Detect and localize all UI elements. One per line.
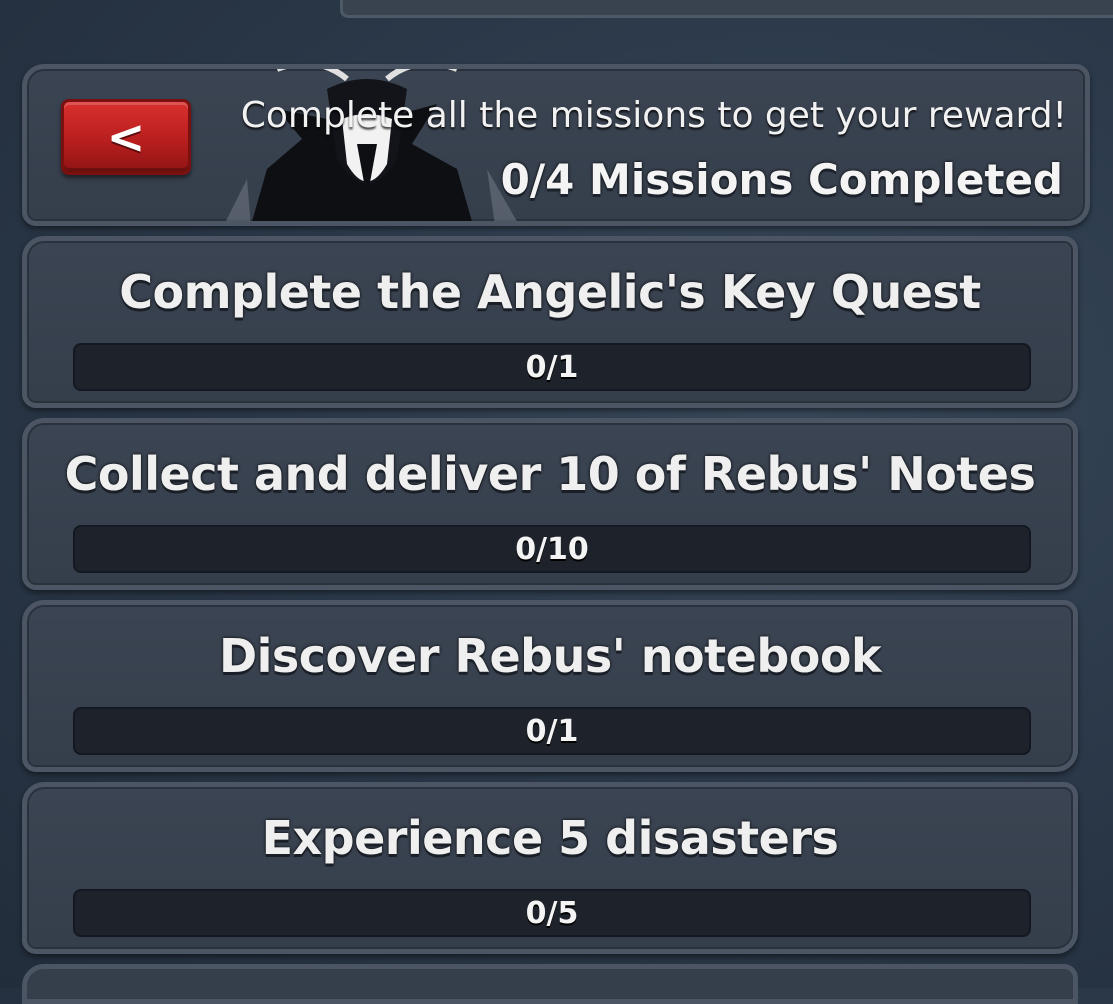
character-silhouette-art (226, 69, 517, 221)
mission-title: Discover Rebus' notebook (218, 629, 882, 683)
missions-header: < Complete all the missions to get your … (22, 64, 1090, 226)
mission-progress-bar: 0/1 (73, 707, 1031, 755)
mission-card: Discover Rebus' notebook 0/1 (22, 600, 1078, 772)
mission-progress-text: 0/10 (515, 531, 589, 567)
mission-progress-bar: 0/10 (73, 525, 1031, 573)
mission-progress-bar: 0/5 (73, 889, 1031, 937)
mission-title: Complete the Angelic's Key Quest (119, 265, 981, 319)
missions-subtitle: Complete all the missions to get your re… (240, 95, 1067, 136)
mission-title: Collect and deliver 10 of Rebus' Notes (64, 447, 1036, 501)
back-button[interactable]: < (61, 99, 191, 175)
mission-card: Experience 5 disasters 0/5 (22, 782, 1078, 954)
mission-card: Collect and deliver 10 of Rebus' Notes 0… (22, 418, 1078, 590)
mission-progress-text: 0/1 (525, 349, 579, 385)
mission-progress-text: 0/1 (525, 713, 579, 749)
mission-card: Complete the Angelic's Key Quest 0/1 (22, 236, 1078, 408)
back-chevron-icon: < (106, 110, 146, 164)
mission-progress-text: 0/5 (525, 895, 579, 931)
top-panel-edge (340, 0, 1113, 18)
missions-progress-summary: 0/4 Missions Completed (500, 155, 1063, 204)
mission-title: Experience 5 disasters (261, 811, 839, 865)
next-panel-edge (22, 964, 1078, 1004)
mission-progress-bar: 0/1 (73, 343, 1031, 391)
